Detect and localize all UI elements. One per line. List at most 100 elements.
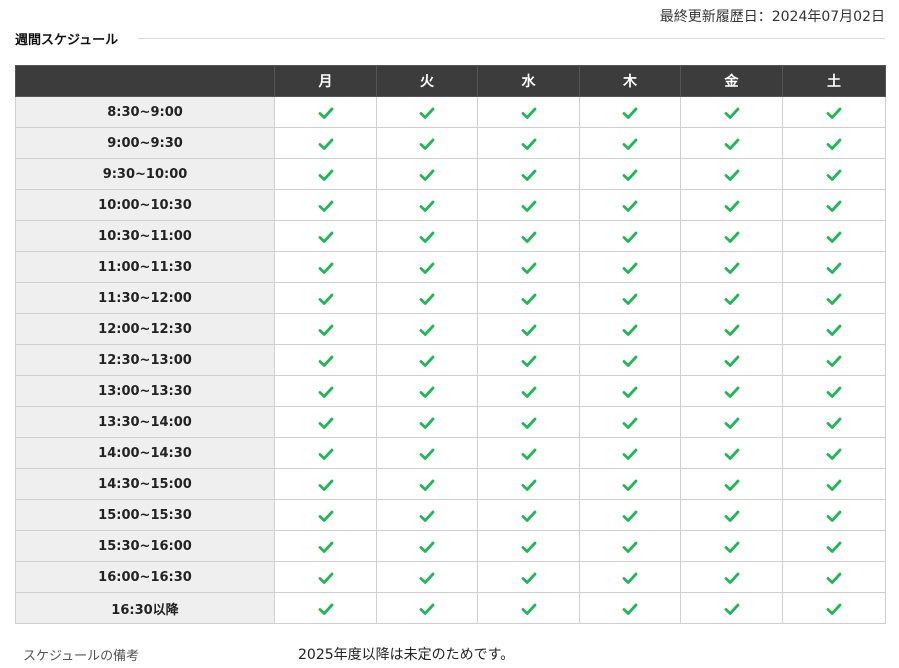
availability-cell <box>376 406 478 438</box>
check-icon <box>724 446 740 462</box>
availability-cell <box>782 375 886 407</box>
check-icon <box>318 384 334 400</box>
check-icon <box>419 446 435 462</box>
check-icon <box>419 570 435 586</box>
check-icon <box>419 539 435 555</box>
check-icon <box>318 415 334 431</box>
weekly-schedule-table: 月 火 水 木 金 土 8:30~9:00 9:00~9:30 9:30~10:00… <box>15 65 886 624</box>
availability-cell <box>782 344 886 376</box>
availability-cell <box>477 127 580 159</box>
check-icon <box>318 260 334 276</box>
time-slot-label: 10:00~10:30 <box>15 189 275 221</box>
time-slot-label: 16:30以降 <box>15 592 275 624</box>
check-icon <box>724 353 740 369</box>
check-icon <box>826 446 842 462</box>
check-icon <box>419 477 435 493</box>
check-icon <box>419 384 435 400</box>
availability-cell <box>477 530 580 562</box>
check-icon <box>622 570 638 586</box>
availability-cell <box>782 499 886 531</box>
check-icon <box>826 260 842 276</box>
check-icon <box>724 508 740 524</box>
check-icon <box>622 508 638 524</box>
availability-cell <box>782 313 886 345</box>
check-icon <box>724 601 740 617</box>
check-icon <box>826 601 842 617</box>
availability-cell <box>782 158 886 190</box>
time-slot-label: 11:30~12:00 <box>15 282 275 314</box>
check-icon <box>521 353 537 369</box>
availability-cell <box>579 282 681 314</box>
check-icon <box>521 198 537 214</box>
table-row: 16:00~16:30 <box>15 561 886 593</box>
check-icon <box>826 291 842 307</box>
day-header-thu: 木 <box>579 65 681 97</box>
check-icon <box>521 291 537 307</box>
check-icon <box>622 167 638 183</box>
check-icon <box>318 508 334 524</box>
availability-cell <box>680 189 783 221</box>
check-icon <box>622 601 638 617</box>
check-icon <box>521 384 537 400</box>
availability-cell <box>782 530 886 562</box>
availability-cell <box>274 96 377 128</box>
availability-cell <box>680 561 783 593</box>
check-icon <box>622 198 638 214</box>
check-icon <box>318 291 334 307</box>
check-icon <box>826 508 842 524</box>
availability-cell <box>376 561 478 593</box>
check-icon <box>521 167 537 183</box>
time-slot-label: 13:00~13:30 <box>15 375 275 407</box>
table-row: 13:30~14:00 <box>15 406 886 438</box>
check-icon <box>724 136 740 152</box>
day-header-mon: 月 <box>274 65 377 97</box>
availability-cell <box>782 127 886 159</box>
availability-cell <box>782 189 886 221</box>
availability-cell <box>477 437 580 469</box>
availability-cell <box>274 406 377 438</box>
table-row: 8:30~9:00 <box>15 96 886 128</box>
check-icon <box>826 136 842 152</box>
time-slot-label: 10:30~11:00 <box>15 220 275 252</box>
table-row: 15:00~15:30 <box>15 499 886 531</box>
check-icon <box>419 353 435 369</box>
check-icon <box>521 446 537 462</box>
availability-cell <box>579 96 681 128</box>
check-icon <box>826 105 842 121</box>
availability-cell <box>579 561 681 593</box>
availability-cell <box>477 375 580 407</box>
availability-cell <box>376 499 478 531</box>
check-icon <box>318 167 334 183</box>
table-row: 10:00~10:30 <box>15 189 886 221</box>
availability-cell <box>782 96 886 128</box>
availability-cell <box>477 344 580 376</box>
check-icon <box>419 198 435 214</box>
check-icon <box>724 570 740 586</box>
availability-cell <box>782 437 886 469</box>
availability-cell <box>579 127 681 159</box>
availability-cell <box>680 437 783 469</box>
check-icon <box>318 353 334 369</box>
table-row: 11:30~12:00 <box>15 282 886 314</box>
check-icon <box>724 291 740 307</box>
availability-cell <box>579 468 681 500</box>
availability-cell <box>376 282 478 314</box>
check-icon <box>826 384 842 400</box>
availability-cell <box>274 375 377 407</box>
availability-cell <box>477 313 580 345</box>
availability-cell <box>579 499 681 531</box>
availability-cell <box>782 282 886 314</box>
availability-cell <box>680 499 783 531</box>
availability-cell <box>376 251 478 283</box>
table-row: 11:00~11:30 <box>15 251 886 283</box>
time-slot-label: 9:00~9:30 <box>15 127 275 159</box>
time-slot-label: 14:00~14:30 <box>15 437 275 469</box>
day-header-sat: 土 <box>782 65 886 97</box>
availability-cell <box>477 189 580 221</box>
availability-cell <box>579 313 681 345</box>
availability-cell <box>477 592 580 624</box>
availability-cell <box>376 313 478 345</box>
availability-cell <box>782 561 886 593</box>
availability-cell <box>782 220 886 252</box>
table-row: 16:30以降 <box>15 592 886 624</box>
